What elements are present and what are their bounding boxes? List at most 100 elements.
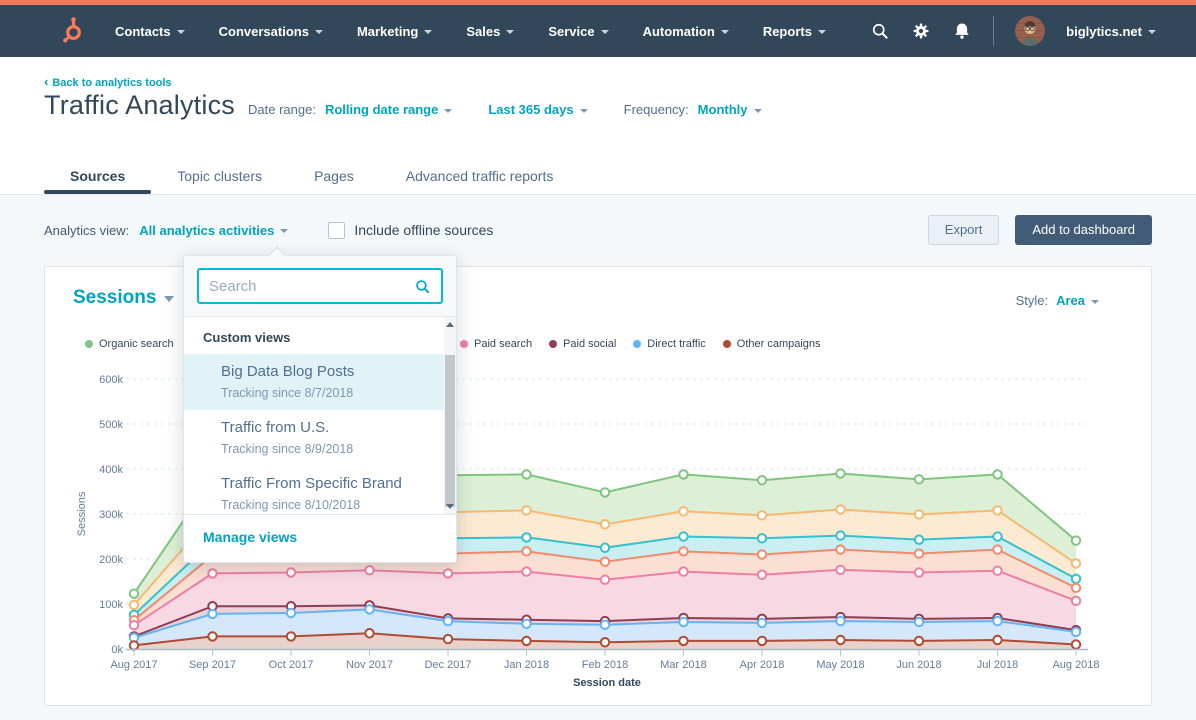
data-point [130,641,138,649]
tab-pages[interactable]: Pages [288,158,380,194]
nav-item-label: Contacts [115,24,171,39]
legend-item-other-campaigns[interactable]: Other campaigns [723,338,821,350]
nav-item-conversations[interactable]: Conversations [202,24,340,39]
data-point [915,618,923,626]
nav-item-reports[interactable]: Reports [746,24,843,39]
scrollbar-track[interactable] [444,317,456,514]
data-point [679,532,687,540]
custom-view-subtitle: Tracking since 8/7/2018 [221,386,434,400]
y-tick-label: 400k [99,464,123,476]
data-point [915,475,923,483]
legend-item-organic-search[interactable]: Organic search [85,338,174,350]
tab-bar: SourcesTopic clustersPagesAdvanced traff… [44,158,579,194]
nav-item-marketing[interactable]: Marketing [340,24,449,39]
legend-item-paid-social[interactable]: Paid social [549,338,616,350]
data-point [679,547,687,555]
legend-item-paid-search[interactable]: Paid search [460,338,532,350]
legend-label: Direct traffic [647,338,705,350]
search-input[interactable] [209,278,414,295]
chevron-down-icon [280,229,288,233]
nav-item-label: Sales [466,24,500,39]
chevron-down-icon [1148,30,1156,34]
scrollbar-thumb[interactable] [445,355,455,507]
tab-topic-clusters[interactable]: Topic clusters [151,158,288,194]
scrollbar-down-arrow-icon[interactable] [446,504,454,509]
data-point [522,567,530,575]
data-point [365,629,373,637]
search-icon[interactable] [870,21,890,41]
data-point [601,638,609,646]
analytics-view-dropdown[interactable]: All analytics activities [139,223,288,238]
chevron-down-icon [177,30,185,34]
custom-view-option[interactable]: Big Data Blog PostsTracking since 8/7/20… [184,354,444,410]
data-point [915,637,923,645]
chevron-left-icon: ‹ [44,74,48,89]
date-range-value-dropdown[interactable]: Last 365 days [488,102,587,117]
data-point [915,535,923,543]
data-point [522,620,530,628]
data-point [522,470,530,478]
nav-menu: Contacts ConversationsMarketing Sales Servi… [98,24,843,39]
hubspot-logo-icon[interactable] [56,16,86,46]
x-tick-label: Dec 2017 [424,659,471,671]
export-button[interactable]: Export [928,215,1000,245]
custom-view-option[interactable]: Traffic from U.S.Tracking since 8/9/2018 [184,410,444,466]
bell-icon[interactable] [952,21,972,41]
add-to-dashboard-button[interactable]: Add to dashboard [1015,215,1152,245]
nav-item-label: Service [548,24,594,39]
data-point [365,566,373,574]
tab-advanced-traffic-reports[interactable]: Advanced traffic reports [380,158,580,194]
legend-item-direct-traffic[interactable]: Direct traffic [633,338,705,350]
style-dropdown[interactable]: Area [1056,293,1099,308]
data-point [444,569,452,577]
chevron-down-icon [444,109,452,113]
data-point [130,601,138,609]
data-point [836,505,844,513]
data-point [287,568,295,576]
sessions-metric-dropdown[interactable]: Sessions [73,287,174,309]
x-tick-label: Jul 2018 [977,659,1019,671]
custom-view-option[interactable]: Traffic From Specific BrandTracking sinc… [184,466,444,514]
frequency-dropdown[interactable]: Monthly [698,102,762,117]
data-point [679,507,687,515]
data-point [1072,559,1080,567]
data-point [836,469,844,477]
data-point [836,545,844,553]
sessions-title: Sessions [73,287,156,309]
data-point [208,569,216,577]
nav-divider [993,16,994,46]
gear-icon[interactable] [911,21,931,41]
data-point [130,589,138,597]
data-point [915,549,923,557]
back-to-analytics-link[interactable]: ‹Back to analytics tools [44,74,172,89]
chevron-down-icon [164,296,174,302]
include-offline-checkbox[interactable] [328,222,345,239]
account-menu[interactable]: biglytics.net [1066,24,1156,39]
data-point [993,470,1001,478]
dropdown-results-list: Custom views Big Data Blog PostsTracking… [184,317,456,514]
nav-item-sales[interactable]: Sales [449,24,531,39]
manage-views-link[interactable]: Manage views [203,529,297,545]
tab-sources[interactable]: Sources [44,158,151,194]
chart-legend-left: Organic search [85,337,174,351]
date-range-type-dropdown[interactable]: Rolling date range [325,102,452,117]
data-point [993,567,1001,575]
x-tick-label: Nov 2017 [346,659,393,671]
chevron-down-icon [315,30,323,34]
data-point [993,506,1001,514]
y-tick-label: 600k [99,374,123,386]
data-point [679,470,687,478]
chevron-down-icon [506,30,514,34]
data-point [601,576,609,584]
avatar[interactable] [1015,16,1045,46]
nav-item-service[interactable]: Service [531,24,625,39]
header-controls: Date range: Rolling date range Last 365 … [248,102,762,117]
y-tick-label: 500k [99,419,123,431]
date-range-label: Date range: [248,102,316,117]
data-point [444,617,452,625]
nav-item-automation[interactable]: Automation [626,24,746,39]
frequency-value: Monthly [698,102,748,117]
y-tick-label: 200k [99,554,123,566]
nav-item-contacts[interactable]: Contacts [98,24,202,39]
scrollbar-up-arrow-icon[interactable] [446,322,454,327]
